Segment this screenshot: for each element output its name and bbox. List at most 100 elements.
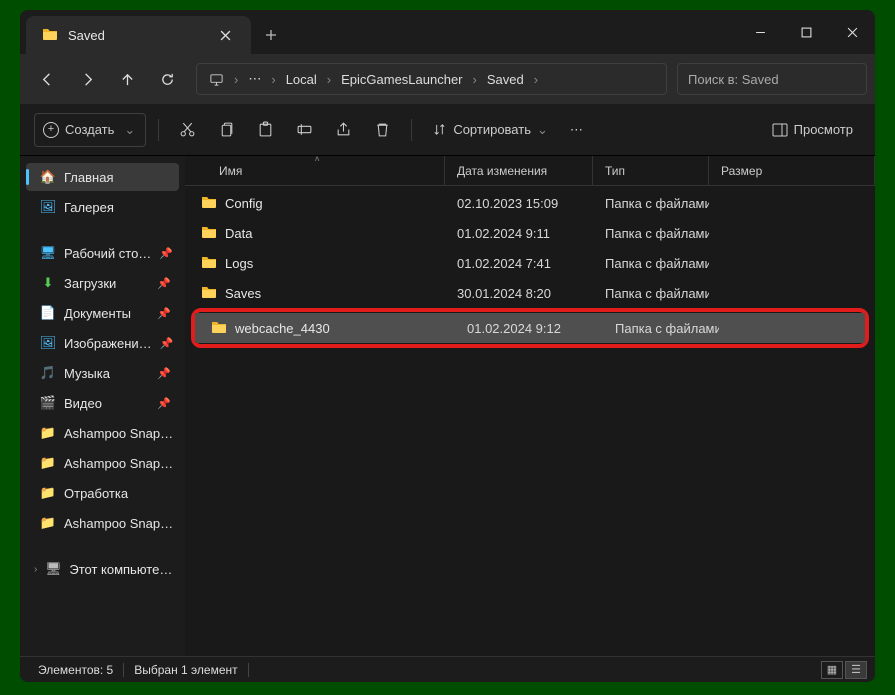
breadcrumb-part[interactable]: EpicGamesLauncher <box>335 72 468 87</box>
pin-icon: 📌 <box>157 307 171 320</box>
sort-icon <box>432 122 447 137</box>
up-button[interactable] <box>108 62 146 96</box>
delete-button[interactable] <box>366 113 399 147</box>
ellipsis-icon[interactable]: ⋯ <box>242 71 267 87</box>
cell-name: Config <box>185 195 445 212</box>
sidebar-folder[interactable]: 📁 Ashampoo Snap… <box>26 509 179 537</box>
file-name: Data <box>225 226 252 241</box>
sort-button[interactable]: Сортировать ⌄ <box>424 113 556 147</box>
sidebar-home[interactable]: 🏠 Главная <box>26 163 179 191</box>
sidebar-folder[interactable]: 📁 Ashampoo Snap… <box>26 449 179 477</box>
cell-name: Data <box>185 225 445 242</box>
sidebar-music[interactable]: 🎵 Музыка 📌 <box>26 359 179 387</box>
folder-icon: 📁 <box>40 425 56 441</box>
chevron-right-icon: › <box>267 72 279 87</box>
file-row[interactable]: Data01.02.2024 9:11Папка с файлами <box>185 218 875 248</box>
column-type[interactable]: Тип <box>593 156 709 185</box>
sidebar-label: Загрузки <box>64 276 116 291</box>
new-tab-button[interactable] <box>251 16 291 54</box>
cell-type: Папка с файлами <box>593 226 709 241</box>
column-name[interactable]: ˄ Имя <box>185 156 445 185</box>
sidebar-gallery[interactable]: 🖼 Галерея <box>26 193 179 221</box>
tab-close-button[interactable] <box>213 23 237 47</box>
cell-date: 30.01.2024 8:20 <box>445 286 593 301</box>
sidebar-label: Документы <box>64 306 131 321</box>
column-headers: ˄ Имя Дата изменения Тип Размер <box>185 156 875 186</box>
refresh-button[interactable] <box>148 62 186 96</box>
sidebar-documents[interactable]: 📄 Документы 📌 <box>26 299 179 327</box>
create-label: Создать <box>65 122 114 137</box>
back-button[interactable] <box>28 62 66 96</box>
cell-type: Папка с файлами <box>593 256 709 271</box>
separator <box>411 119 412 141</box>
paste-button[interactable] <box>249 113 282 147</box>
sidebar-label: Ashampoo Snap… <box>64 456 173 471</box>
sidebar-label: Музыка <box>64 366 110 381</box>
share-button[interactable] <box>327 113 360 147</box>
sidebar-downloads[interactable]: ⬇ Загрузки 📌 <box>26 269 179 297</box>
chevron-right-icon: › <box>34 564 37 575</box>
sidebar: 🏠 Главная 🖼 Галерея 🖥 Рабочий сто… 📌 ⬇ З… <box>20 156 185 656</box>
breadcrumb[interactable]: › ⋯ › Local › EpicGamesLauncher › Saved … <box>196 63 667 95</box>
more-button[interactable]: ⋯ <box>562 113 591 147</box>
breadcrumb-part[interactable]: Local <box>280 72 323 87</box>
file-name: Config <box>225 196 263 211</box>
sidebar-video[interactable]: 🎬 Видео 📌 <box>26 389 179 417</box>
rename-button[interactable] <box>288 113 321 147</box>
sidebar-folder[interactable]: 📁 Ashampoo Snap… <box>26 419 179 447</box>
pictures-icon: 🖼 <box>40 335 56 351</box>
pin-icon: 📌 <box>160 337 174 350</box>
sidebar-label: Ashampoo Snap… <box>64 516 173 531</box>
search-placeholder: Поиск в: Saved <box>688 72 779 87</box>
column-label: Тип <box>605 164 625 178</box>
file-row[interactable]: Saves30.01.2024 8:20Папка с файлами <box>185 278 875 308</box>
folder-icon <box>201 225 217 242</box>
file-row[interactable]: webcache_443001.02.2024 9:12Папка с файл… <box>195 313 865 343</box>
plus-circle-icon: + <box>43 122 59 138</box>
sidebar-label: Видео <box>64 396 102 411</box>
desktop-icon: 🖥 <box>40 245 56 261</box>
column-date[interactable]: Дата изменения <box>445 156 593 185</box>
cut-button[interactable] <box>171 113 204 147</box>
file-row[interactable]: Config02.10.2023 15:09Папка с файлами <box>185 188 875 218</box>
search-input[interactable]: Поиск в: Saved <box>677 63 867 95</box>
monitor-icon <box>203 72 230 87</box>
create-button[interactable]: + Создать ⌄ <box>34 113 146 147</box>
sort-label: Сортировать <box>453 122 531 137</box>
folder-icon: 📁 <box>40 455 56 471</box>
sidebar-thispc[interactable]: › 🖥 Этот компьюте… <box>26 555 179 583</box>
chevron-right-icon: › <box>323 72 335 87</box>
sidebar-label: Главная <box>64 170 113 185</box>
file-name: webcache_4430 <box>235 321 330 336</box>
cell-date: 02.10.2023 15:09 <box>445 196 593 211</box>
forward-button[interactable] <box>68 62 106 96</box>
sidebar-pictures[interactable]: 🖼 Изображени… 📌 <box>26 329 179 357</box>
sidebar-label: Галерея <box>64 200 114 215</box>
content-area: ˄ Имя Дата изменения Тип Размер Config 02… <box>185 156 875 656</box>
tab-title: Saved <box>68 28 105 43</box>
sidebar-label: Ashampoo Snap… <box>64 426 173 441</box>
chevron-down-icon: ⌄ <box>124 122 135 138</box>
sort-indicator-icon: ˄ <box>315 156 320 164</box>
file-rows: Config02.10.2023 15:09Папка с файламиDat… <box>185 186 875 350</box>
folder-icon <box>42 27 58 43</box>
file-row[interactable]: Logs01.02.2024 7:41Папка с файлами <box>185 248 875 278</box>
maximize-button[interactable] <box>783 10 829 54</box>
view-button[interactable]: Просмотр <box>764 113 861 147</box>
sidebar-desktop[interactable]: 🖥 Рабочий сто… 📌 <box>26 239 179 267</box>
music-icon: 🎵 <box>40 365 56 381</box>
minimize-button[interactable] <box>737 10 783 54</box>
close-button[interactable] <box>829 10 875 54</box>
copy-button[interactable] <box>210 113 243 147</box>
cell-date: 01.02.2024 9:12 <box>455 321 603 336</box>
breadcrumb-part[interactable]: Saved <box>481 72 530 87</box>
sidebar-folder[interactable]: 📁 Отработка <box>26 479 179 507</box>
view-icons-button[interactable]: ▦ <box>821 661 843 679</box>
column-size[interactable]: Размер <box>709 156 875 185</box>
file-name: Saves <box>225 286 261 301</box>
active-tab[interactable]: Saved <box>26 16 251 54</box>
column-label: Размер <box>721 164 762 178</box>
column-label: Дата изменения <box>457 164 547 178</box>
cell-name: webcache_4430 <box>195 320 455 337</box>
view-details-button[interactable]: ☰ <box>845 661 867 679</box>
